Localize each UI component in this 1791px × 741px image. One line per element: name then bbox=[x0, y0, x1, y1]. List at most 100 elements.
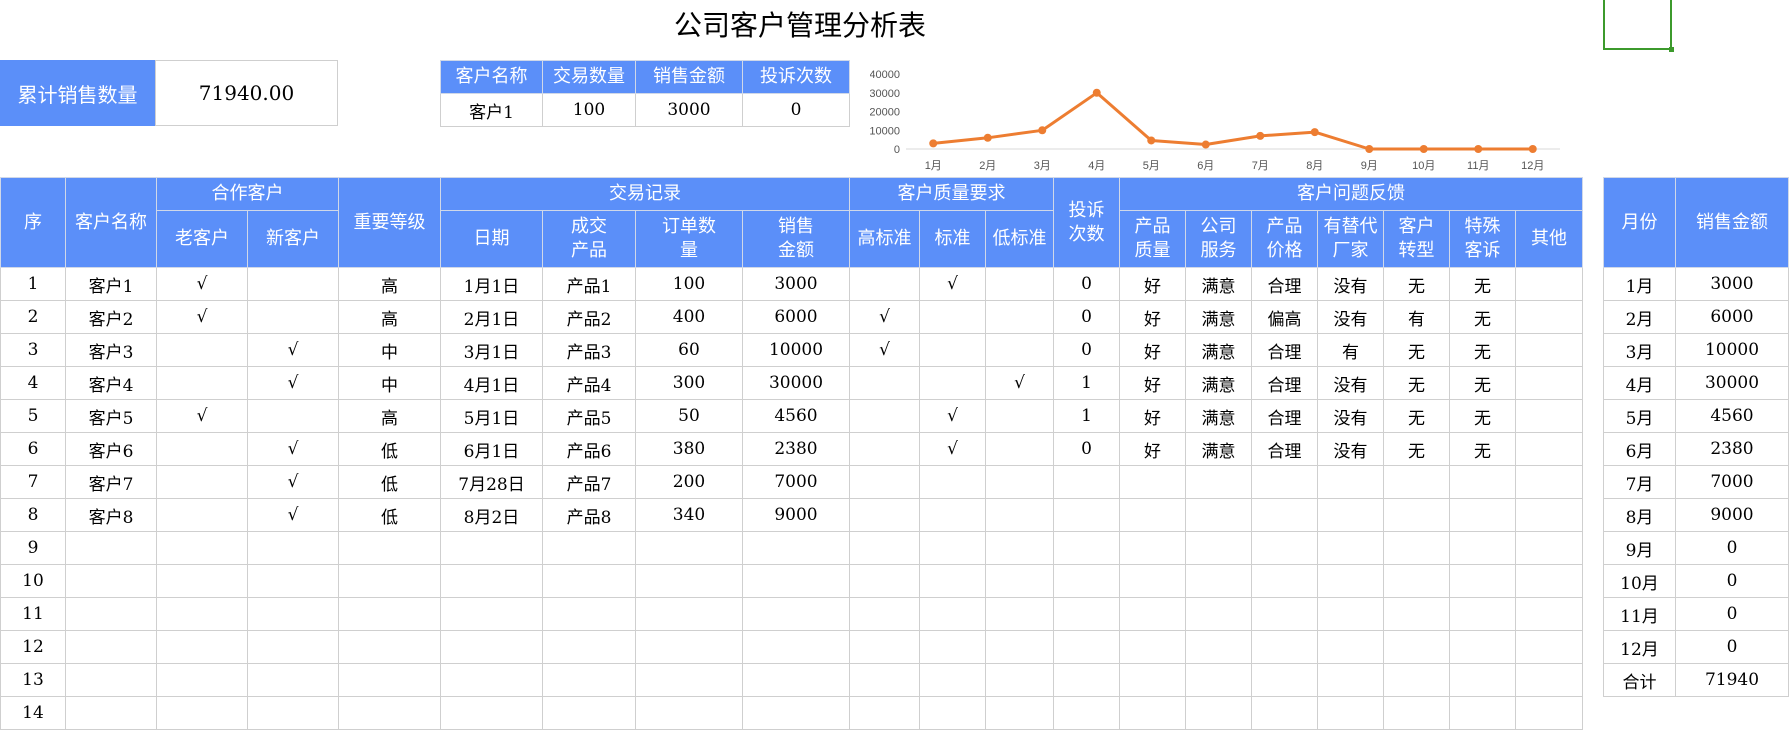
table-cell[interactable] bbox=[1053, 465, 1121, 499]
table-cell[interactable] bbox=[1515, 333, 1584, 367]
table-cell[interactable] bbox=[338, 696, 441, 730]
table-cell[interactable]: 400 bbox=[635, 300, 743, 334]
table-cell[interactable] bbox=[984, 630, 1055, 664]
table-cell[interactable] bbox=[1119, 696, 1187, 730]
table-cell[interactable] bbox=[849, 432, 920, 466]
table-cell[interactable]: 合理 bbox=[1251, 432, 1319, 466]
table-cell[interactable] bbox=[1251, 696, 1319, 730]
table-cell[interactable]: 合理 bbox=[1251, 267, 1319, 301]
table-cell[interactable]: 无 bbox=[1449, 300, 1517, 334]
table-cell[interactable] bbox=[919, 531, 986, 565]
table-cell[interactable]: 0 bbox=[1053, 333, 1121, 367]
table-cell[interactable] bbox=[1383, 498, 1451, 532]
table-cell[interactable] bbox=[247, 696, 339, 730]
table-cell[interactable]: 340 bbox=[635, 498, 743, 532]
table-cell[interactable] bbox=[440, 531, 543, 565]
table-cell[interactable] bbox=[849, 267, 920, 301]
table-cell[interactable]: 高 bbox=[338, 399, 441, 433]
table-cell[interactable] bbox=[635, 531, 743, 565]
table-cell[interactable]: 满意 bbox=[1185, 399, 1253, 433]
table-cell[interactable] bbox=[742, 564, 850, 598]
table-cell[interactable] bbox=[984, 432, 1055, 466]
table-cell[interactable] bbox=[156, 597, 248, 631]
table-cell[interactable]: 2月1日 bbox=[440, 300, 543, 334]
table-cell[interactable] bbox=[1515, 663, 1584, 697]
table-cell[interactable] bbox=[1053, 663, 1121, 697]
table-cell[interactable] bbox=[919, 366, 986, 400]
table-cell[interactable] bbox=[156, 366, 248, 400]
table-cell[interactable] bbox=[156, 333, 248, 367]
table-cell[interactable] bbox=[849, 366, 920, 400]
table-cell[interactable]: 8 bbox=[0, 498, 66, 532]
table-cell[interactable] bbox=[247, 399, 339, 433]
table-cell[interactable]: √ bbox=[247, 498, 339, 532]
table-cell[interactable] bbox=[1185, 564, 1253, 598]
table-cell[interactable] bbox=[1119, 564, 1187, 598]
table-cell[interactable] bbox=[1053, 531, 1121, 565]
table-cell[interactable]: 产品4 bbox=[542, 366, 636, 400]
sales-cell[interactable]: 0 bbox=[1675, 630, 1789, 664]
table-cell[interactable]: 0 bbox=[1053, 300, 1121, 334]
table-cell[interactable] bbox=[247, 564, 339, 598]
table-cell[interactable] bbox=[742, 531, 850, 565]
table-cell[interactable]: 1 bbox=[0, 267, 66, 301]
table-cell[interactable]: 8月2日 bbox=[440, 498, 543, 532]
table-cell[interactable]: 9000 bbox=[742, 498, 850, 532]
table-cell[interactable] bbox=[1119, 465, 1187, 499]
table-cell[interactable]: 13 bbox=[0, 663, 66, 697]
table-cell[interactable]: 满意 bbox=[1185, 300, 1253, 334]
table-cell[interactable]: √ bbox=[849, 300, 920, 334]
table-cell[interactable]: 中 bbox=[338, 366, 441, 400]
table-cell[interactable]: √ bbox=[919, 267, 986, 301]
table-cell[interactable]: 产品7 bbox=[542, 465, 636, 499]
sales-cell[interactable]: 30000 bbox=[1675, 366, 1789, 400]
table-cell[interactable] bbox=[984, 267, 1055, 301]
table-cell[interactable] bbox=[1515, 432, 1584, 466]
table-cell[interactable] bbox=[849, 465, 920, 499]
table-cell[interactable] bbox=[156, 498, 248, 532]
table-cell[interactable] bbox=[1515, 531, 1584, 565]
month-cell[interactable]: 4月 bbox=[1603, 366, 1676, 400]
table-cell[interactable] bbox=[1449, 564, 1517, 598]
table-cell[interactable]: 无 bbox=[1383, 432, 1451, 466]
table-cell[interactable] bbox=[1053, 597, 1121, 631]
sales-cell[interactable]: 2380 bbox=[1675, 432, 1789, 466]
table-cell[interactable]: 客户6 bbox=[65, 432, 157, 466]
table-cell[interactable] bbox=[338, 663, 441, 697]
table-cell[interactable]: 4 bbox=[0, 366, 66, 400]
table-cell[interactable] bbox=[1383, 696, 1451, 730]
table-cell[interactable] bbox=[65, 696, 157, 730]
table-cell[interactable]: 3 bbox=[0, 333, 66, 367]
table-cell[interactable] bbox=[1119, 498, 1187, 532]
table-cell[interactable] bbox=[1515, 399, 1584, 433]
table-cell[interactable]: 1 bbox=[1053, 399, 1121, 433]
table-cell[interactable]: 6 bbox=[0, 432, 66, 466]
table-cell[interactable]: 无 bbox=[1449, 432, 1517, 466]
sales-cell[interactable]: 71940 bbox=[1675, 663, 1789, 697]
table-cell[interactable] bbox=[1383, 465, 1451, 499]
table-cell[interactable] bbox=[1317, 564, 1385, 598]
table-cell[interactable] bbox=[742, 630, 850, 664]
table-cell[interactable]: 7000 bbox=[742, 465, 850, 499]
summary-cell[interactable]: 100 bbox=[542, 93, 636, 127]
table-cell[interactable]: 0 bbox=[1053, 267, 1121, 301]
table-cell[interactable]: 2 bbox=[0, 300, 66, 334]
table-cell[interactable] bbox=[1185, 597, 1253, 631]
table-cell[interactable]: 客户5 bbox=[65, 399, 157, 433]
table-cell[interactable]: 低 bbox=[338, 465, 441, 499]
table-cell[interactable]: 好 bbox=[1119, 432, 1187, 466]
table-cell[interactable] bbox=[247, 597, 339, 631]
table-cell[interactable] bbox=[247, 300, 339, 334]
table-cell[interactable] bbox=[1185, 630, 1253, 664]
table-cell[interactable] bbox=[1383, 597, 1451, 631]
table-cell[interactable]: 无 bbox=[1449, 366, 1517, 400]
table-cell[interactable] bbox=[1515, 498, 1584, 532]
table-cell[interactable] bbox=[919, 663, 986, 697]
table-cell[interactable] bbox=[919, 300, 986, 334]
month-cell[interactable]: 9月 bbox=[1603, 531, 1676, 565]
table-cell[interactable] bbox=[635, 663, 743, 697]
table-cell[interactable] bbox=[440, 564, 543, 598]
table-cell[interactable] bbox=[1185, 498, 1253, 532]
table-cell[interactable] bbox=[1515, 597, 1584, 631]
table-cell[interactable]: 产品2 bbox=[542, 300, 636, 334]
